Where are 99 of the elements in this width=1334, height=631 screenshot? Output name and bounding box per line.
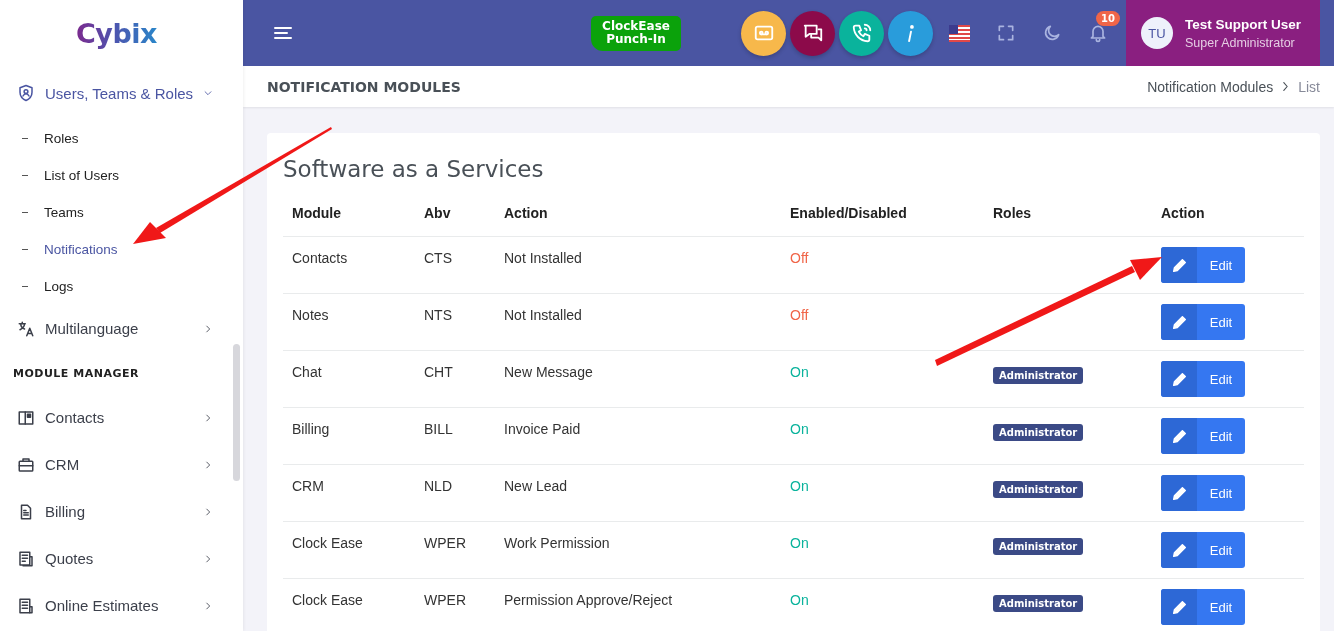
nav-item[interactable]: CRM [0,441,243,488]
status-text: On [781,521,984,579]
table-cell: WPER [415,521,495,579]
table-cell: CTS [415,236,495,294]
edit-button[interactable]: Edit [1161,475,1245,511]
table-cell: Invoice Paid [495,407,781,465]
edit-button[interactable]: Edit [1161,361,1245,397]
avatar: TU [1141,17,1173,49]
pencil-icon [1172,429,1186,443]
role-tag: Administrator [993,481,1084,498]
status-text: On [781,464,984,522]
chat-icon [801,22,824,44]
user-menu[interactable]: TU Test Support User Super Administrator [1126,0,1320,66]
table-cell: NTS [415,293,495,351]
document-icon [17,596,35,615]
column-header: Abv [415,190,495,237]
table-cell: CRM [283,464,415,522]
nav-item[interactable]: Billing [0,488,243,535]
column-header: Enabled/Disabled [781,190,984,237]
table-cell: Not Installed [495,293,781,351]
table-cell: BILL [415,407,495,465]
column-header: Module [283,190,415,237]
table-cell: Contacts [283,236,415,294]
edit-button[interactable]: Edit [1161,418,1245,454]
chevron-icon [1283,82,1289,91]
chevron-icon [203,506,213,517]
scrollbar[interactable] [233,344,240,481]
column-header: Roles [984,190,1152,237]
column-header: Action [1152,190,1304,237]
nav-subitem[interactable]: Roles [0,120,243,157]
pencil-icon [1172,315,1186,329]
nav-item[interactable]: Contacts [0,394,243,441]
table-cell: Chat [283,350,415,408]
role-tag: Administrator [993,424,1084,441]
table-cell: Clock Ease [283,521,415,579]
chevron-icon [203,323,213,334]
translate-icon [17,319,35,338]
table-cell: WPER [415,578,495,631]
nav-item[interactable]: Multilanguage [0,305,243,352]
edit-button[interactable]: Edit [1161,304,1245,340]
pencil-icon [1172,600,1186,614]
nav-subitem[interactable]: List of Users [0,157,243,194]
shield-person-icon [17,84,35,102]
nav-item[interactable]: Online Estimates [0,582,243,629]
table-cell: New Message [495,350,781,408]
phone-icon [850,22,873,44]
table-cell: NLD [415,464,495,522]
table-cell: Clock Ease [283,578,415,631]
section-heading: MODULE MANAGER [12,365,140,382]
role-tag: Administrator [993,367,1084,384]
user-name: Test Support User [1185,16,1301,32]
nav-item[interactable]: Users, Teams & Roles [0,66,243,120]
table-cell: Work Permission [495,521,781,579]
nav-subitem[interactable]: Notifications [0,231,243,268]
role-tag: Administrator [993,595,1084,612]
column-header: Action [495,190,781,237]
pencil-icon [1172,372,1186,386]
chevron-icon [203,412,213,423]
chevron-icon [203,600,213,611]
pencil-icon [1172,258,1186,272]
chevron-icon [203,459,213,470]
fullscreen-icon[interactable] [996,23,1016,43]
nav-subitem[interactable]: Logs [0,268,243,305]
pencil-icon [1172,486,1186,500]
nav-subitem[interactable]: Teams [0,194,243,231]
table-cell: New Lead [495,464,781,522]
info-button[interactable] [888,10,933,56]
flag-icon[interactable] [949,24,970,42]
moon-icon[interactable] [1042,23,1062,43]
table-cell: CHT [415,350,495,408]
table-cell: Notes [283,293,415,351]
status-text: On [781,407,984,465]
edit-button[interactable]: Edit [1161,247,1245,283]
breadcrumb-item[interactable]: Notification Modules [1147,78,1274,95]
document-icon [17,549,35,568]
pencil-icon [1172,543,1186,557]
role-tag: Administrator [993,538,1084,555]
card-title: Software as a Services [283,156,545,182]
edit-button[interactable]: Edit [1161,532,1245,568]
status-text: Off [781,236,984,294]
nav-item[interactable]: Quotes [0,535,243,582]
chat-button[interactable] [790,10,835,56]
briefcase-icon [17,455,35,474]
info-icon [906,24,915,42]
chevron-icon [203,553,213,564]
page-title: NOTIFICATION MODULES [267,78,462,95]
status-text: On [781,578,984,631]
table-cell: Not Installed [495,236,781,294]
call-button[interactable] [839,10,884,56]
table-cell: Permission Approve/Reject [495,578,781,631]
user-role: Super Administrator [1185,35,1296,50]
edit-button[interactable]: Edit [1161,589,1245,625]
notification-badge: 10 [1096,11,1120,26]
panel-icon [17,408,35,427]
chevron-icon [203,88,213,98]
voicemail-button[interactable] [741,10,786,56]
table-cell: Billing [283,407,415,465]
bell-icon[interactable] [1088,23,1108,43]
breadcrumb-item: List [1298,78,1320,95]
